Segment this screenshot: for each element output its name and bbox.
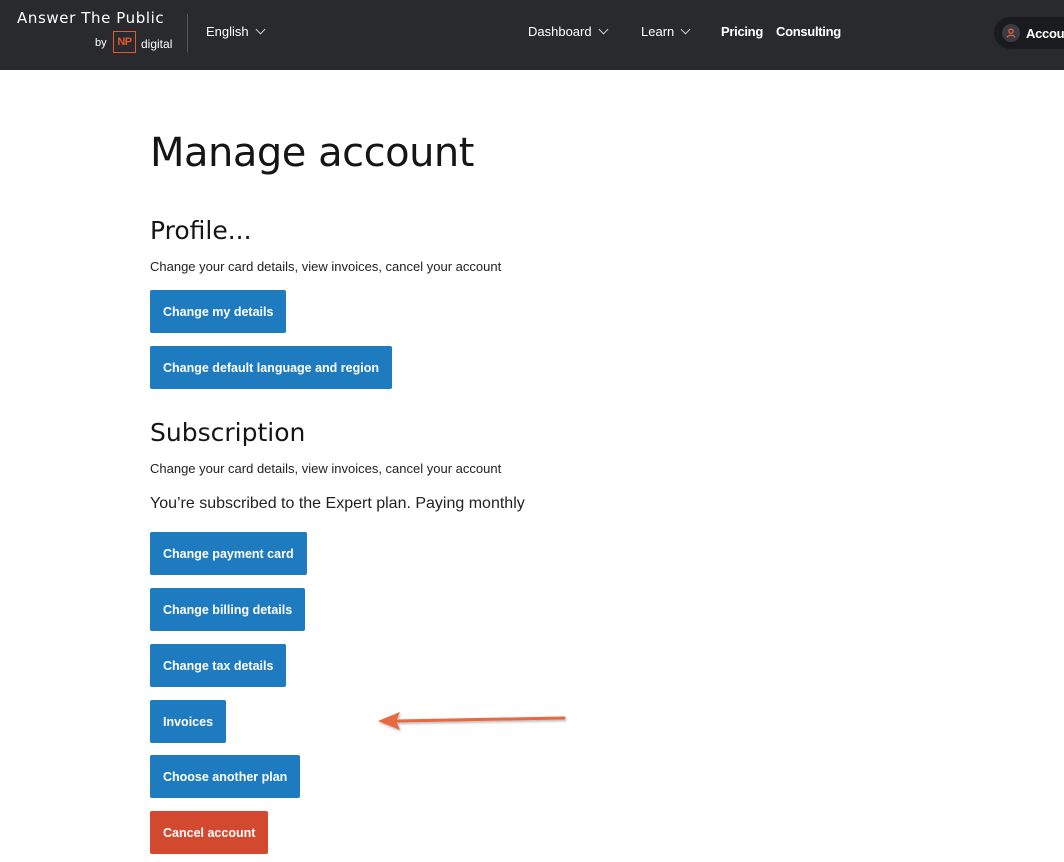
account-label: Account: [1026, 25, 1064, 41]
profile-section-title: Profile...: [150, 216, 252, 245]
subscription-section-title: Subscription: [150, 418, 306, 447]
subscription-plan-status: You’re subscribed to the Expert plan. Pa…: [150, 495, 525, 512]
account-menu-button[interactable]: Account: [994, 17, 1064, 49]
change-my-details-button[interactable]: Change my details: [150, 290, 287, 333]
chevron-down-icon: [255, 24, 266, 35]
nav-pricing-label: Pricing: [721, 24, 763, 39]
brand-name: Answer The Public: [17, 9, 165, 27]
arrow-left-icon: [378, 712, 566, 730]
change-language-region-button[interactable]: Change default language and region: [150, 346, 392, 389]
page-title: Manage account: [150, 130, 474, 176]
profile-section-description: Change your card details, view invoices,…: [150, 259, 502, 274]
header-divider: [187, 14, 188, 52]
change-payment-card-button[interactable]: Change payment card: [150, 532, 307, 575]
subscription-section-description: Change your card details, view invoices,…: [150, 461, 502, 476]
nav-consulting-label: Consulting: [776, 24, 841, 39]
nav-dashboard[interactable]: Dashboard: [528, 24, 609, 39]
brand-digital-text: digital: [141, 37, 173, 51]
chevron-down-icon: [598, 24, 609, 35]
nav-pricing[interactable]: Pricing: [721, 24, 763, 39]
nav-learn[interactable]: Learn: [641, 24, 691, 39]
user-icon: [1002, 24, 1020, 42]
change-tax-details-button[interactable]: Change tax details: [150, 644, 287, 687]
invoices-button[interactable]: Invoices: [150, 700, 227, 743]
np-logo-icon: NP: [113, 31, 136, 53]
choose-another-plan-button[interactable]: Choose another plan: [150, 755, 301, 798]
change-billing-details-button[interactable]: Change billing details: [150, 588, 306, 631]
brand-by-text: by: [95, 37, 107, 49]
nav-learn-label: Learn: [641, 24, 675, 39]
cancel-account-button[interactable]: Cancel account: [150, 811, 269, 854]
nav-consulting[interactable]: Consulting: [776, 24, 841, 39]
chevron-down-icon: [680, 24, 691, 35]
brand-logo[interactable]: Answer The Public by NP digital: [17, 9, 177, 59]
language-selector[interactable]: English: [206, 24, 266, 39]
language-label: English: [206, 24, 249, 39]
nav-dashboard-label: Dashboard: [528, 24, 592, 39]
top-navigation-bar: Answer The Public by NP digital English …: [0, 0, 1064, 70]
